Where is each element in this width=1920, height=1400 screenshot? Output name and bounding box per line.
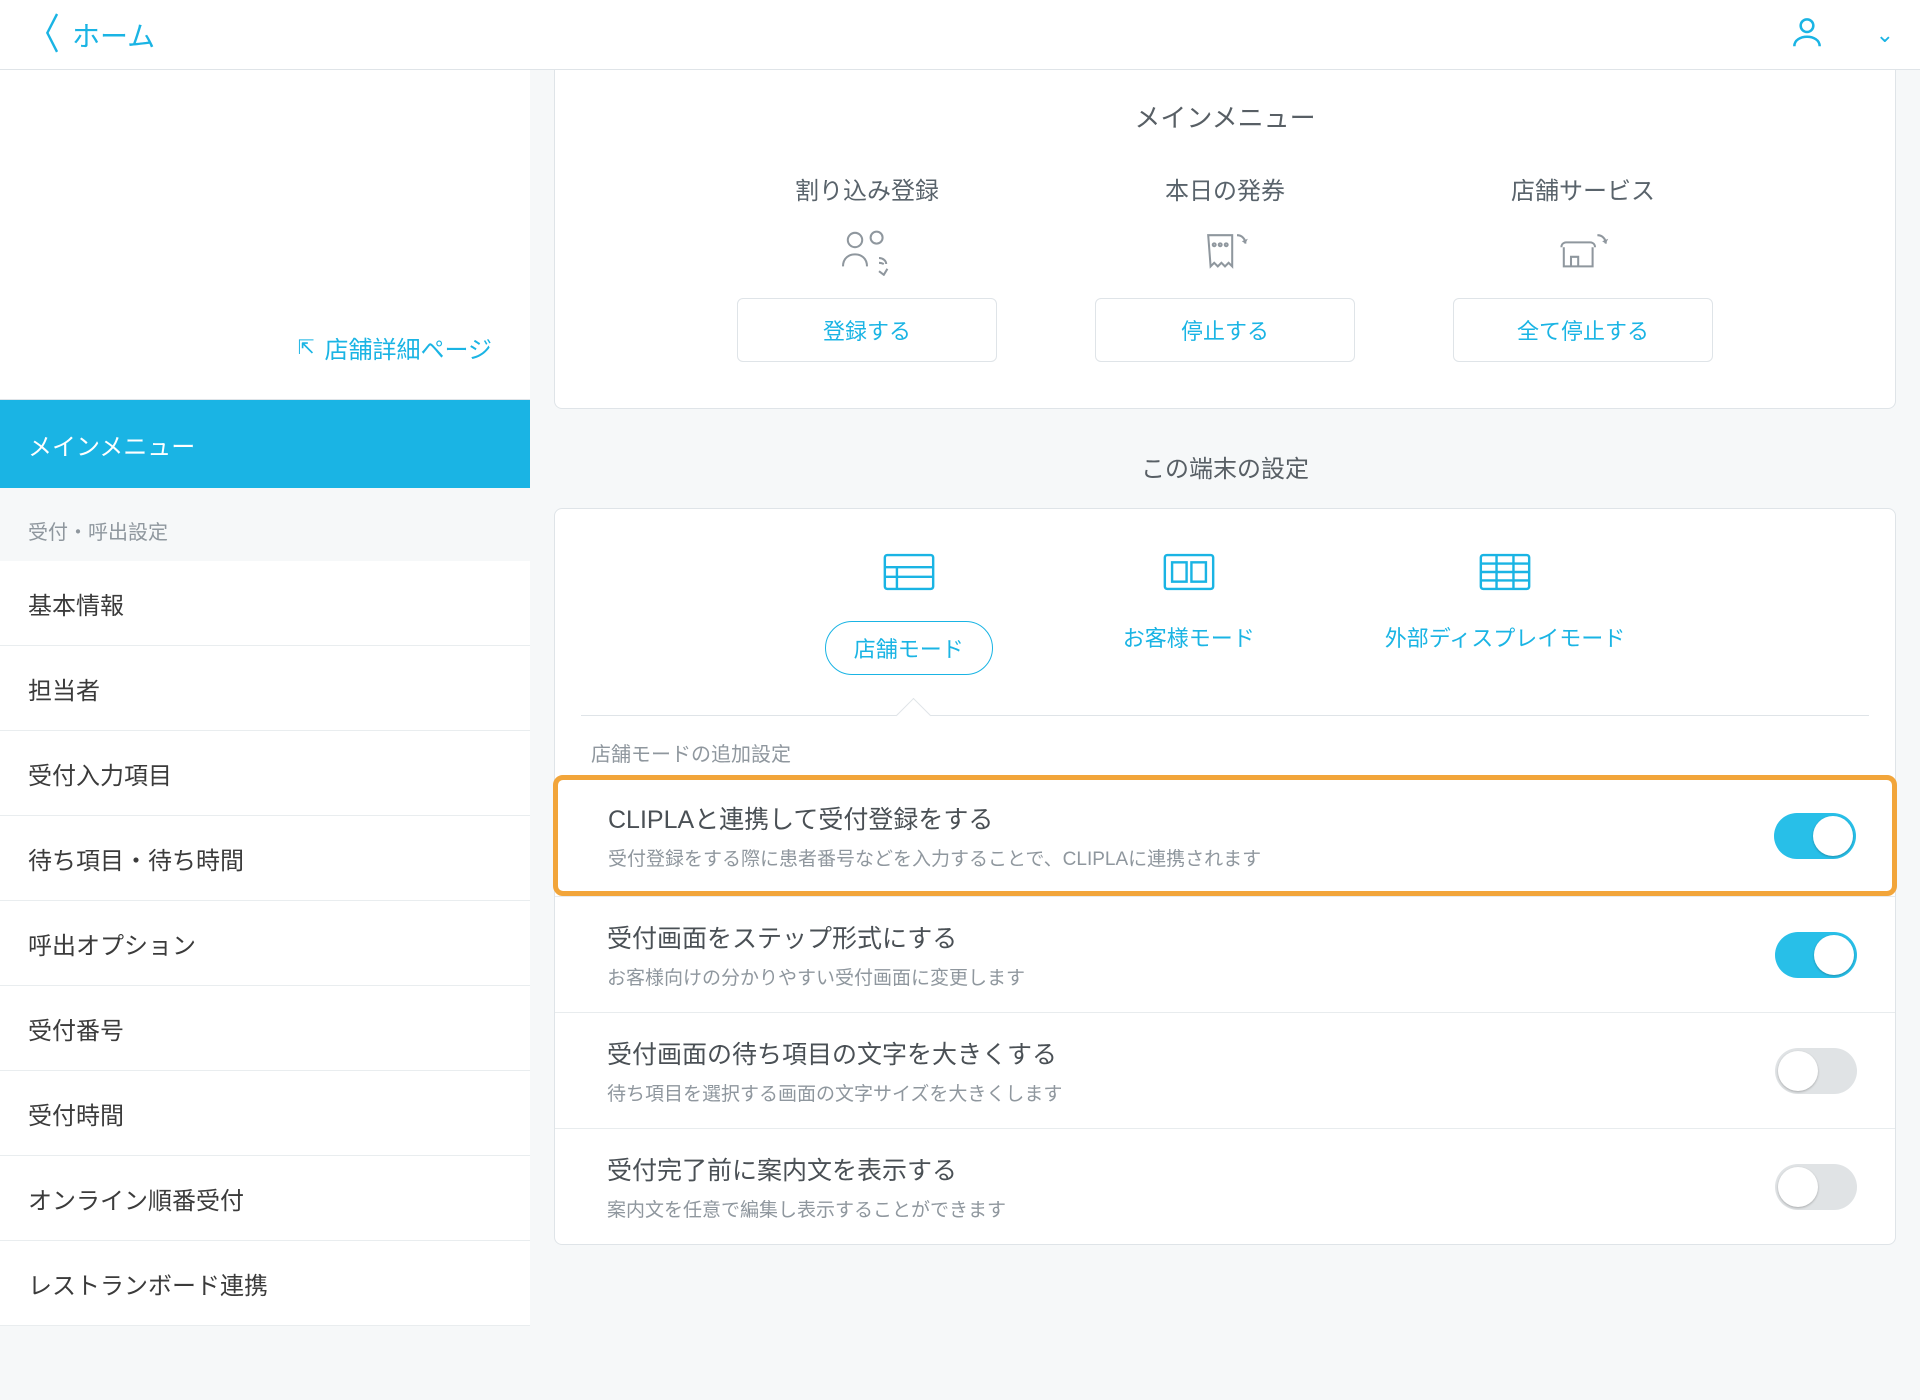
device-settings-title: この端末の設定 [554, 409, 1896, 508]
tile-today-ticket: 本日の発券 停止する [1095, 171, 1355, 362]
profile-icon[interactable] [1788, 13, 1826, 57]
sidebar-section-header: 受付・呼出設定 [0, 488, 530, 561]
back-button[interactable]: 〈 ホーム [22, 14, 155, 56]
sidebar-item-staff[interactable]: 担当者 [0, 646, 530, 731]
main-menu-title: メインメニュー [555, 70, 1895, 171]
display-mode-icon [1476, 549, 1534, 601]
tile-store-service: 店舗サービス 全て停止する [1453, 171, 1713, 362]
customer-mode-icon [1160, 549, 1218, 601]
store-cycle-icon [1554, 224, 1612, 280]
tile-label: 本日の発券 [1165, 171, 1285, 206]
setting-title: CLIPLAと連携して受付登録をする [608, 800, 1261, 836]
mode-tab-store[interactable]: 店舗モード [825, 549, 993, 675]
tile-button-stop-all[interactable]: 全て停止する [1453, 298, 1713, 362]
setting-desc: 案内文を任意で編集し表示することができます [607, 1195, 1006, 1222]
mode-tab-label: 店舗モード [825, 621, 993, 675]
setting-title: 受付完了前に案内文を表示する [607, 1151, 1006, 1187]
toggle-pre-complete-msg[interactable] [1775, 1164, 1857, 1210]
tile-interrupt-register: 割り込み登録 登録する [737, 171, 997, 362]
sidebar-item-online-reception[interactable]: オンライン順番受付 [0, 1156, 530, 1241]
sidebar-item-input-fields[interactable]: 受付入力項目 [0, 731, 530, 816]
setting-title: 受付画面をステップ形式にする [607, 919, 1025, 955]
people-cycle-icon [838, 224, 896, 280]
store-mode-icon [880, 549, 938, 601]
tile-label: 店舗サービス [1511, 171, 1655, 206]
toggle-step-form[interactable] [1775, 932, 1857, 978]
mode-section-label: 店舗モードの追加設定 [555, 716, 1895, 775]
chevron-down-icon[interactable]: ⌄ [1876, 22, 1894, 48]
main-menu-panel: メインメニュー 割り込み登録 登録する 本日の発券 停 [554, 70, 1896, 409]
setting-pre-complete-msg: 受付完了前に案内文を表示する 案内文を任意で編集し表示することができます [555, 1128, 1895, 1244]
sidebar-item-basic-info[interactable]: 基本情報 [0, 561, 530, 646]
mode-tabs: 店舗モード お客様モード 外部ディスプレイモード [555, 509, 1895, 715]
tile-label: 割り込み登録 [795, 171, 939, 206]
mode-tab-label: お客様モード [1123, 621, 1255, 653]
back-label: ホーム [72, 15, 155, 55]
shop-link-label: 店舗詳細ページ [324, 330, 492, 365]
toggle-large-text[interactable] [1775, 1048, 1857, 1094]
toggle-clipla[interactable] [1774, 813, 1856, 859]
setting-title: 受付画面の待ち項目の文字を大きくする [607, 1035, 1062, 1071]
setting-desc: 待ち項目を選択する画面の文字サイズを大きくします [607, 1079, 1062, 1106]
mode-tab-label: 外部ディスプレイモード [1385, 621, 1625, 653]
shop-detail-link[interactable]: ⇱ 店舗詳細ページ [298, 330, 492, 365]
mode-tab-customer[interactable]: お客様モード [1123, 549, 1255, 675]
sidebar-item-restaurant-board[interactable]: レストランボード連携 [0, 1241, 530, 1326]
sidebar: ⇱ 店舗詳細ページ メインメニュー 受付・呼出設定 基本情報 担当者 受付入力項… [0, 70, 530, 1400]
sidebar-item-call-options[interactable]: 呼出オプション [0, 901, 530, 986]
device-settings-panel: 店舗モード お客様モード 外部ディスプレイモード [554, 508, 1896, 1245]
mode-tab-display[interactable]: 外部ディスプレイモード [1385, 549, 1625, 675]
setting-desc: 受付登録をする際に患者番号などを入力することで、CLIPLAに連携されます [608, 844, 1261, 871]
shop-link-area: ⇱ 店舗詳細ページ [0, 70, 530, 400]
setting-desc: お客様向けの分かりやすい受付画面に変更します [607, 963, 1025, 990]
setting-step-form: 受付画面をステップ形式にする お客様向けの分かりやすい受付画面に変更します [555, 896, 1895, 1012]
setting-large-text: 受付画面の待ち項目の文字を大きくする 待ち項目を選択する画面の文字サイズを大きく… [555, 1012, 1895, 1128]
receipt-cycle-icon [1196, 224, 1254, 280]
chevron-left-icon: 〈 [26, 14, 60, 56]
main: メインメニュー 割り込み登録 登録する 本日の発券 停 [530, 70, 1920, 1400]
topbar: 〈 ホーム ⌄ [0, 0, 1920, 70]
setting-clipla-link: CLIPLAと連携して受付登録をする 受付登録をする際に患者番号などを入力するこ… [553, 775, 1897, 896]
tile-button-register[interactable]: 登録する [737, 298, 997, 362]
sidebar-item-wait-items[interactable]: 待ち項目・待ち時間 [0, 816, 530, 901]
external-link-icon: ⇱ [298, 335, 315, 360]
settings-list: CLIPLAと連携して受付登録をする 受付登録をする際に患者番号などを入力するこ… [555, 775, 1895, 1244]
tile-button-stop[interactable]: 停止する [1095, 298, 1355, 362]
sidebar-item-reception-number[interactable]: 受付番号 [0, 986, 530, 1071]
sidebar-item-reception-time[interactable]: 受付時間 [0, 1071, 530, 1156]
sidebar-item-main-menu[interactable]: メインメニュー [0, 400, 530, 488]
